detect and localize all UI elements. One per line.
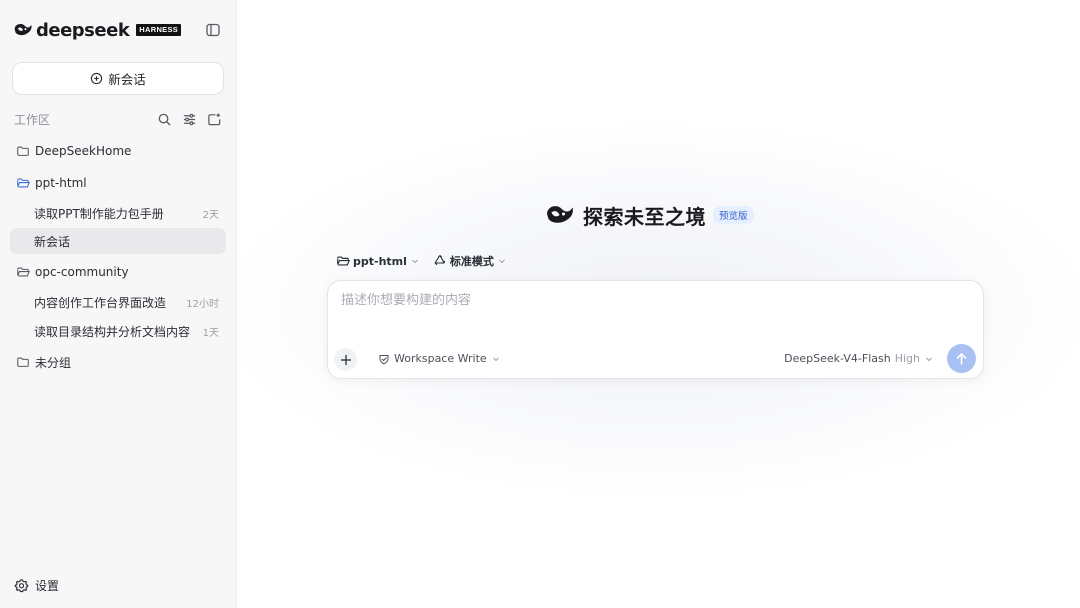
chat-title: 读取PPT制作能力包手册	[34, 206, 164, 221]
sidebar-chat-item[interactable]: 读取PPT制作能力包手册 2天	[10, 200, 226, 226]
sidebar-folder-opc-community[interactable]: opc-community	[10, 259, 226, 285]
gear-icon	[14, 578, 29, 592]
send-button[interactable]	[947, 344, 976, 373]
chat-age: 2天	[202, 209, 219, 221]
sidebar-folder-deepseekhome[interactable]: DeepSeekHome	[10, 138, 226, 164]
mode-selector[interactable]: 标准模式	[433, 253, 506, 269]
new-chat-button[interactable]: 新会话	[12, 62, 224, 95]
sidebar-chat-item[interactable]: 读取目录结构并分析文档内容 1天	[10, 318, 226, 344]
sidebar-chat-item-active[interactable]: 新会话	[10, 228, 226, 254]
project-selector[interactable]: ppt-html	[336, 254, 419, 268]
plus-circle-icon	[91, 72, 103, 85]
hero-heading: 探索未至之境 预览版	[545, 200, 754, 230]
new-chat-label: 新会话	[108, 72, 146, 87]
whale-logo-icon	[547, 206, 573, 223]
chevron-down-icon	[412, 259, 418, 264]
permission-label: Workspace Write	[394, 352, 487, 365]
whale-logo-icon	[14, 23, 32, 36]
main-panel: 探索未至之境 预览版 ppt-html 标准模式 Workspace Wri	[237, 0, 1080, 608]
workspace-header: 工作区	[14, 110, 222, 128]
model-label: DeepSeek-V4-Flash	[784, 352, 891, 365]
plus-icon	[340, 354, 351, 365]
folder-label: ppt-html	[35, 176, 87, 190]
new-folder-icon[interactable]	[206, 111, 222, 127]
folder-label: DeepSeekHome	[35, 144, 132, 158]
context-bar: ppt-html 标准模式	[336, 252, 520, 270]
app-window: deepseek HARNESS 新会话 工作区 DeepSeekHome pp…	[0, 0, 1080, 608]
folder-label: 未分组	[35, 355, 72, 370]
workspace-label: 工作区	[14, 112, 51, 127]
folder-open-icon	[17, 267, 30, 277]
settings-button[interactable]: 设置	[14, 576, 59, 594]
folder-open-icon	[337, 256, 350, 266]
prompt-input[interactable]	[341, 293, 961, 308]
sidebar-folder-ungrouped[interactable]: 未分组	[10, 349, 226, 375]
model-selector[interactable]: DeepSeek-V4-Flash High	[784, 352, 933, 365]
brand-name: deepseek	[36, 19, 130, 41]
folder-icon	[17, 146, 29, 156]
brand-badge: HARNESS	[136, 24, 182, 36]
folder-open-icon	[17, 178, 30, 188]
filter-sliders-icon[interactable]	[181, 111, 197, 127]
chat-title: 新会话	[34, 234, 71, 249]
sidebar: deepseek HARNESS 新会话 工作区 DeepSeekHome pp…	[0, 0, 237, 608]
permission-selector[interactable]: Workspace Write	[378, 352, 500, 365]
chat-age: 1天	[202, 327, 219, 339]
recycle-icon	[434, 254, 446, 266]
arrow-up-icon	[956, 352, 967, 364]
mode-label: 标准模式	[449, 255, 494, 268]
composer: Workspace Write DeepSeek-V4-Flash High	[327, 280, 984, 379]
folder-label: opc-community	[35, 265, 129, 279]
chat-title: 内容创作工作台界面改造	[34, 295, 167, 310]
attach-button[interactable]	[334, 348, 357, 371]
sidebar-folder-ppt-html[interactable]: ppt-html	[10, 170, 226, 196]
shield-check-icon	[379, 354, 389, 364]
sidebar-toggle-icon[interactable]	[205, 22, 221, 38]
chevron-down-icon	[492, 357, 499, 361]
chat-age: 12小时	[186, 298, 219, 310]
preview-badge: 预览版	[713, 206, 754, 224]
chat-title: 读取目录结构并分析文档内容	[34, 324, 191, 339]
project-label: ppt-html	[353, 254, 407, 268]
effort-label: High	[894, 352, 920, 365]
search-icon[interactable]	[156, 111, 172, 127]
folder-icon	[17, 357, 29, 367]
sidebar-chat-item[interactable]: 内容创作工作台界面改造 12小时	[10, 289, 226, 315]
hero-title: 探索未至之境	[583, 204, 706, 229]
chevron-down-icon	[926, 357, 932, 361]
brand-logo: deepseek HARNESS	[13, 19, 182, 41]
chevron-down-icon	[499, 259, 505, 264]
settings-label: 设置	[35, 578, 60, 593]
